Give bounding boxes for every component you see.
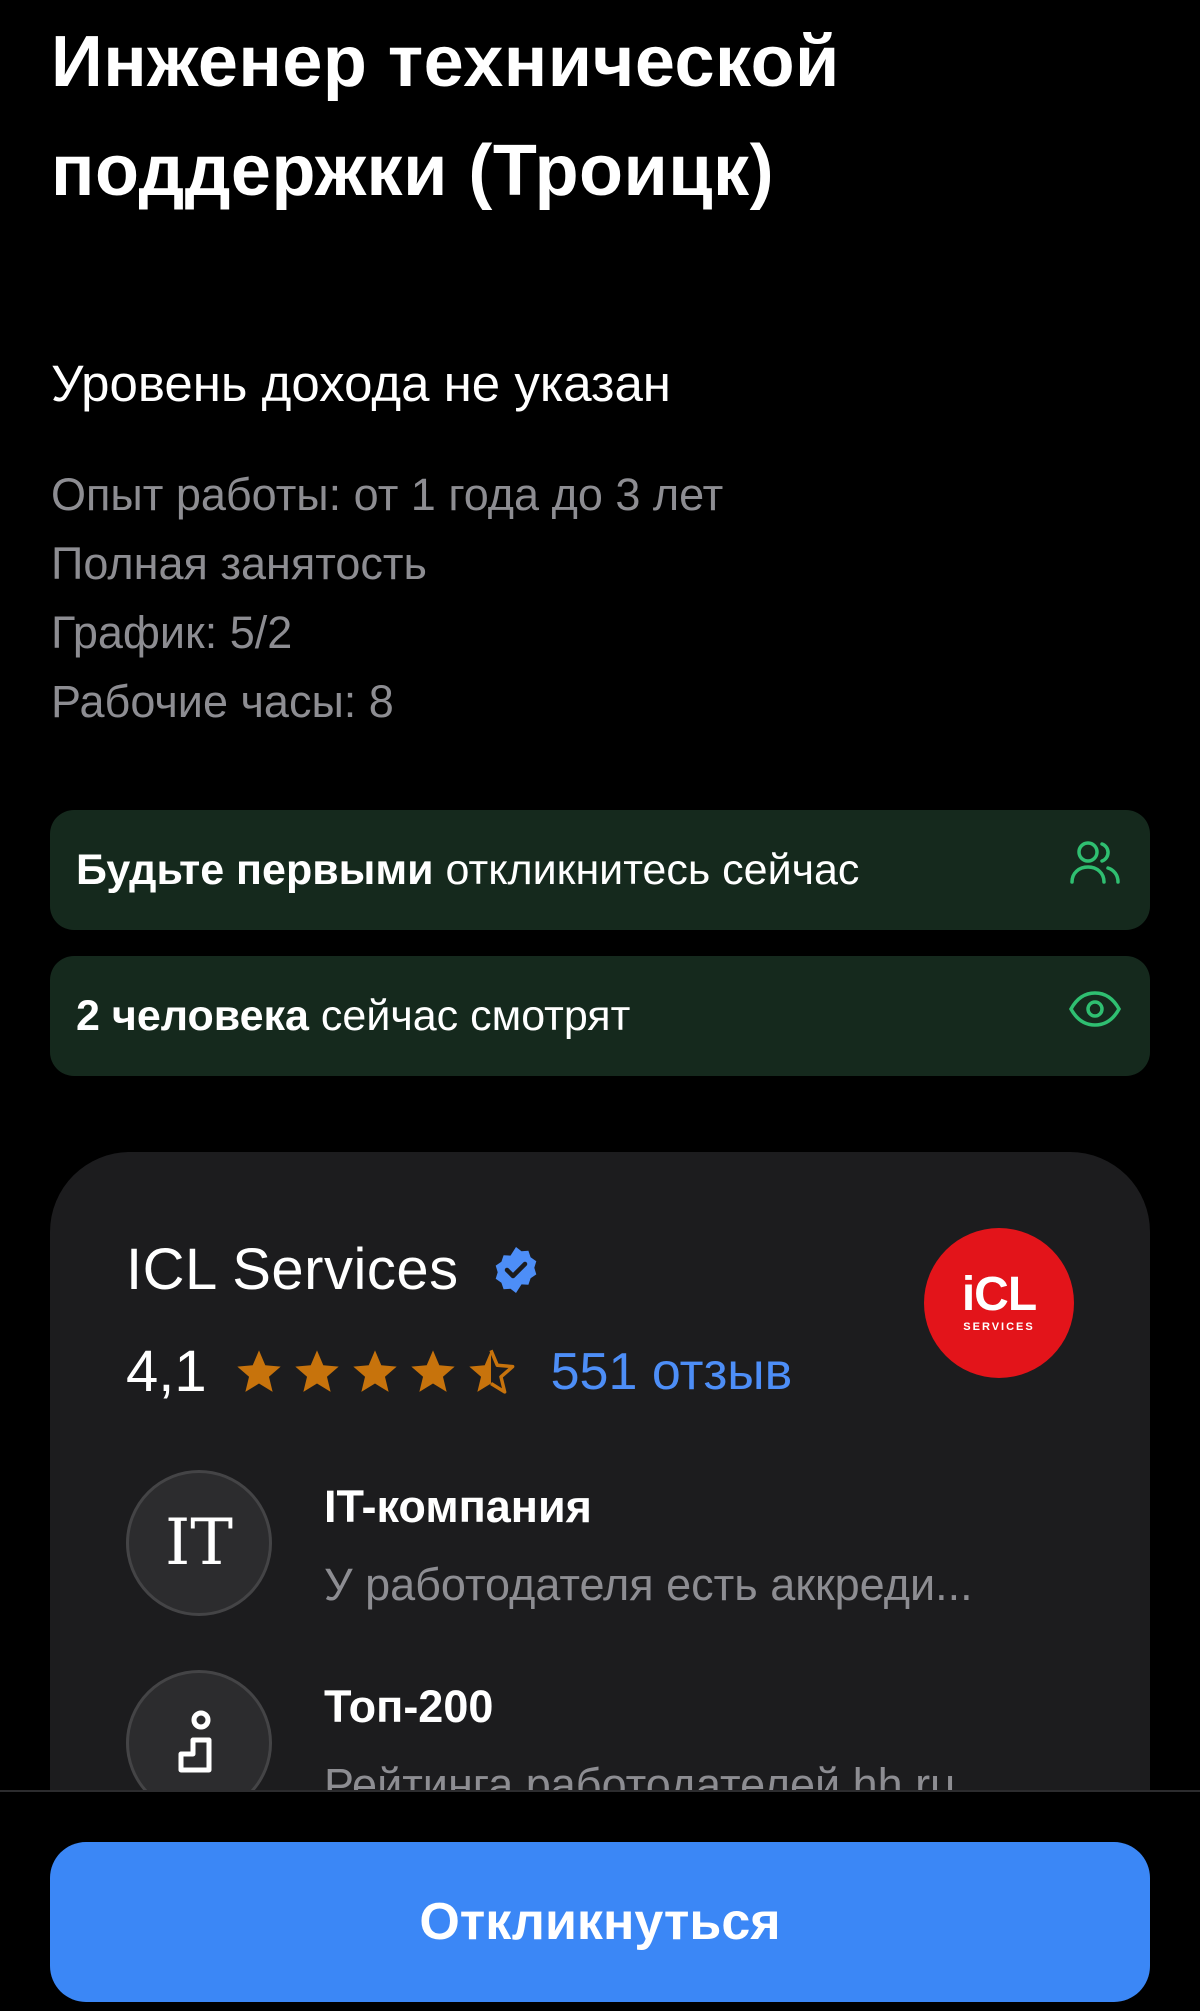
rating-value: 4,1 [126, 1339, 207, 1404]
rating-stars [233, 1346, 517, 1398]
verified-badge-icon [495, 1246, 536, 1293]
star-icon [236, 1349, 281, 1392]
reviews-link[interactable]: 551 отзыв [551, 1342, 793, 1402]
rating-row: 4,1 551 отзыв [126, 1338, 792, 1405]
star-icon [352, 1349, 397, 1392]
half-star-icon [468, 1349, 515, 1394]
eye-icon [1066, 980, 1124, 1038]
vacancy-details: Опыт работы: от 1 года до 3 лет Полная з… [51, 460, 723, 736]
be-first-rest: откликнитесь сейчас [433, 845, 860, 894]
company-card[interactable]: ICL Services iCL SERVICES 4,1 551 отзыв … [50, 1152, 1150, 1852]
feature-subtitle: У работодателя есть аккреди... [324, 1559, 973, 1610]
viewers-bold: 2 человека [76, 991, 309, 1040]
be-first-banner: Будьте первыми откликнитесь сейчас [50, 810, 1150, 930]
income-level: Уровень дохода не указан [51, 355, 671, 412]
detail-employment: Полная занятость [51, 538, 427, 589]
viewers-text: 2 человека сейчас смотрят [76, 992, 630, 1041]
it-icon-text: IT [165, 1506, 233, 1580]
company-header: ICL Services [126, 1236, 541, 1303]
feature-text: IT-компания У работодателя есть аккреди.… [324, 1470, 973, 1612]
be-first-text: Будьте первыми откликнитесь сейчас [76, 846, 859, 895]
viewers-banner: 2 человека сейчас смотрят [50, 956, 1150, 1076]
company-logo[interactable]: iCL SERVICES [924, 1228, 1074, 1378]
feature-it-company[interactable]: IT IT-компания У работодателя есть аккре… [126, 1470, 973, 1616]
detail-schedule: График: 5/2 [51, 607, 293, 658]
bottom-action-bar: Откликнуться [0, 1790, 1200, 2011]
it-icon: IT [126, 1470, 272, 1616]
people-icon [1066, 834, 1124, 892]
logo-text: iCL [961, 1268, 1037, 1321]
logo-subtext: SERVICES [963, 1321, 1035, 1333]
feature-title: IT-компания [324, 1481, 592, 1532]
be-first-bold: Будьте первыми [76, 845, 434, 894]
detail-hours: Рабочие часы: 8 [51, 676, 394, 727]
apply-button[interactable]: Откликнуться [50, 1842, 1150, 2002]
feature-title: Топ-200 [324, 1681, 494, 1732]
vacancy-title: Инженер технической поддержки (Троицк) [51, 22, 840, 211]
detail-experience: Опыт работы: от 1 года до 3 лет [51, 469, 724, 520]
star-icon [294, 1349, 339, 1392]
viewers-rest: сейчас смотрят [308, 991, 631, 1040]
star-icon [410, 1349, 455, 1392]
company-name[interactable]: ICL Services [126, 1236, 459, 1303]
